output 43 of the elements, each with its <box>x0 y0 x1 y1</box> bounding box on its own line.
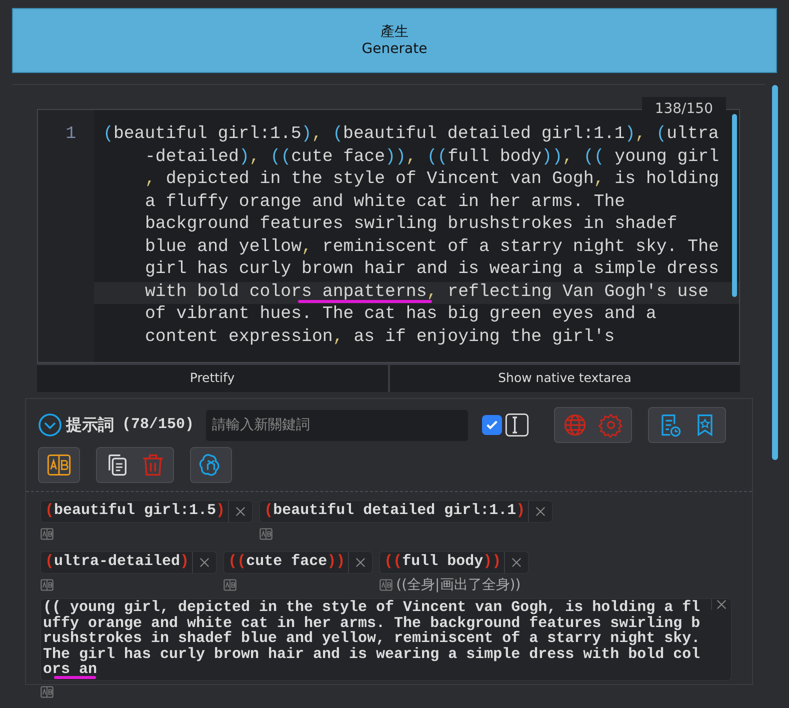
prompt-count: (78/150) <box>122 414 194 435</box>
translation-text: ((全身|画出了全身)) <box>396 576 521 594</box>
keyword-tag[interactable]: (beautiful girl:1.5) <box>40 500 254 523</box>
checkbox[interactable] <box>482 415 502 435</box>
translate-icon <box>223 578 238 592</box>
translate-icon <box>40 578 54 592</box>
generate-button[interactable]: 產生 Generate <box>12 8 777 73</box>
globe-icon <box>562 412 588 438</box>
code-line: girl has curly brown hair and is wearing a simple dress <box>144 259 720 281</box>
code-line: , depicted in the style of Vincent van Gogh, is holding <box>144 169 720 191</box>
keyword-tag[interactable]: (beautiful detailed girl:1.1) <box>259 500 554 523</box>
close-icon <box>235 506 246 517</box>
text-cursor-icon <box>504 412 530 438</box>
translate-icon <box>379 578 394 592</box>
code-line: (beautiful girl:1.5), (beautiful detailed girl:1.1), (ultra <box>102 124 720 146</box>
chevron-icon[interactable] <box>38 413 62 437</box>
line-number: 1 <box>38 110 94 362</box>
settings-icon <box>598 412 624 438</box>
code-line: -detailed), ((cute face)), ((full body)), (( young girl <box>144 146 720 168</box>
close-icon <box>199 557 210 568</box>
editor-button[interactable]: Show native textarea <box>390 365 740 392</box>
code-line: blue and yellow, reminiscent of a starry night sky. The <box>144 236 720 258</box>
translate-icon <box>259 527 274 541</box>
scrollbar[interactable] <box>732 114 737 297</box>
close-icon <box>535 506 546 517</box>
check-icon <box>485 418 500 432</box>
translate-icon <box>40 684 54 698</box>
keyword-tag[interactable]: ((cute face)) <box>223 551 374 574</box>
translate-icon <box>40 527 54 541</box>
code-line: content expression, as if enjoying the girl's <box>144 326 616 348</box>
keyword-tag[interactable]: ((full body)) <box>379 551 530 574</box>
keyword-field[interactable]: 請輸入新關鍵詞 <box>206 410 468 440</box>
code-line: background features swirling brushstrokes in shadef <box>144 214 678 236</box>
code-line: a fluffy orange and white cat in her arms. The <box>144 192 626 214</box>
scrollbar[interactable] <box>772 85 778 460</box>
keyword-tag[interactable]: (ultra-detailed) <box>40 551 218 574</box>
close-icon <box>511 557 522 568</box>
section-title: 提示詞 <box>66 414 114 436</box>
translate-icon <box>46 452 72 478</box>
editor-button[interactable]: Prettify <box>37 365 388 392</box>
translate-button[interactable] <box>46 452 72 478</box>
code-line: of vibrant hues. The cat has big green eyes and a <box>144 304 658 326</box>
close-icon <box>355 557 366 568</box>
